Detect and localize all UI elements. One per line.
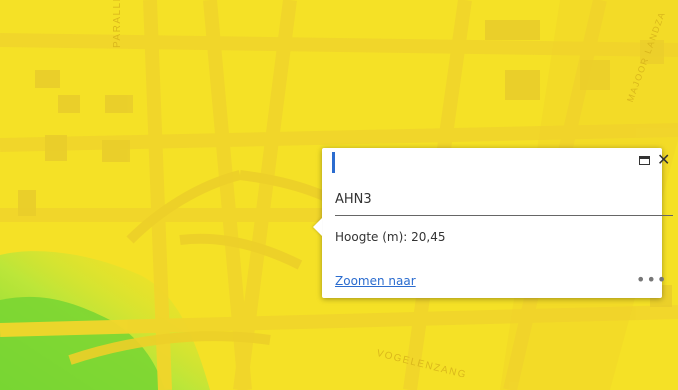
zoom-to-link[interactable]: Zoomen naar bbox=[335, 274, 416, 288]
popup-footer: Zoomen naar ••• bbox=[322, 268, 666, 298]
street-label-parallelweg: PARALLELWEG bbox=[112, 0, 123, 48]
popup-content: Hoogte (m): 20,45 bbox=[335, 230, 446, 244]
popup-header: ✕ bbox=[322, 148, 670, 176]
popup-title: AHN3 bbox=[335, 192, 372, 207]
map-popup: ✕ AHN3 Hoogte (m): 20,45 Zoomen naar ••• bbox=[313, 148, 673, 298]
more-options-button[interactable]: ••• bbox=[636, 270, 667, 289]
close-button[interactable]: ✕ bbox=[657, 151, 673, 169]
close-icon: ✕ bbox=[657, 150, 671, 169]
maximize-icon bbox=[639, 156, 650, 165]
maximize-button[interactable] bbox=[638, 154, 652, 168]
popup-title-divider bbox=[335, 215, 673, 216]
popup-focus-bar bbox=[332, 152, 335, 173]
popup-pointer bbox=[313, 218, 322, 236]
